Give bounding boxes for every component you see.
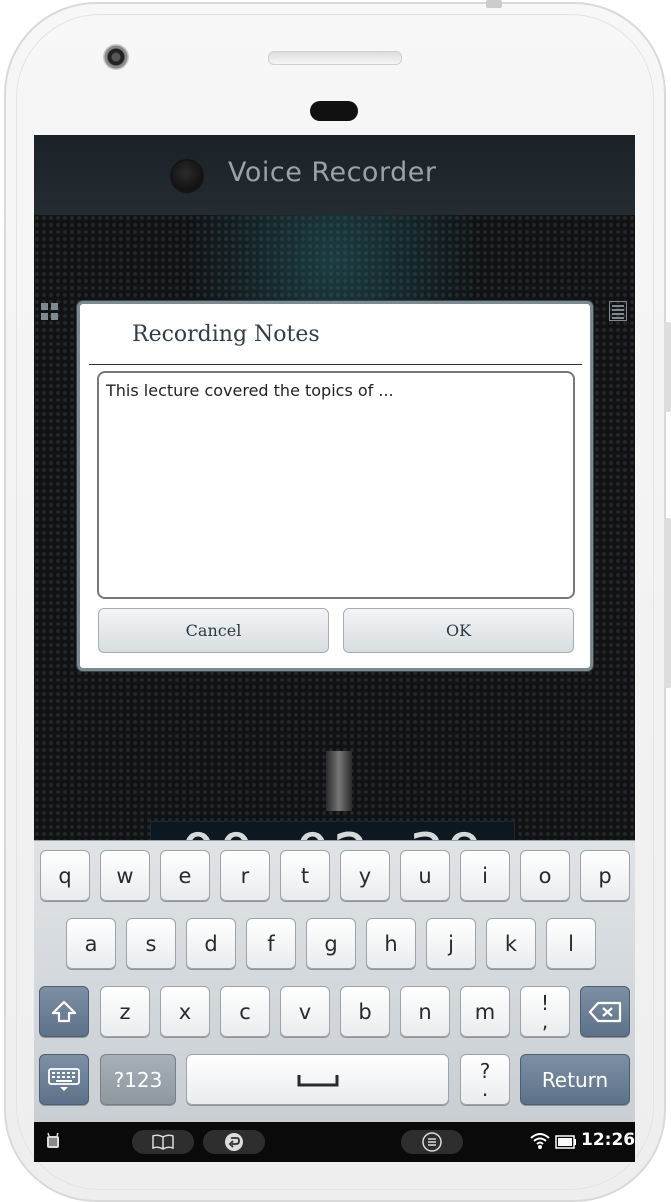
numbers-key[interactable]: ?123 — [100, 1054, 176, 1105]
volume-up-button — [664, 322, 671, 412]
dialog-title: Recording Notes — [132, 322, 320, 347]
cancel-button[interactable]: Cancel — [98, 608, 329, 653]
ok-button[interactable]: OK — [343, 608, 574, 653]
key-w[interactable]: w — [100, 850, 150, 901]
menu-button[interactable] — [401, 1130, 463, 1154]
key-l[interactable]: l — [546, 918, 596, 969]
wifi-icon — [529, 1131, 551, 1151]
shift-key[interactable] — [39, 986, 89, 1037]
volume-down-button — [664, 518, 671, 688]
system-nav-bar: 12:26 — [34, 1122, 635, 1162]
key-r[interactable]: r — [220, 850, 270, 901]
notes-textarea[interactable]: This lecture covered the topics of ... — [97, 371, 575, 599]
key-t[interactable]: t — [280, 850, 330, 901]
return-key[interactable]: Return — [520, 1054, 630, 1105]
menu-icon — [422, 1132, 442, 1152]
key-k[interactable]: k — [486, 918, 536, 969]
key-m[interactable]: m — [460, 986, 510, 1037]
recordings-list-icon[interactable] — [609, 301, 627, 321]
app-header: Voice Recorder — [34, 135, 635, 215]
dialog-divider — [89, 364, 582, 365]
key-x[interactable]: x — [160, 986, 210, 1037]
soft-keyboard: q w e r t y u i o p a s d f g h j k l z … — [34, 840, 635, 1123]
key-v[interactable]: v — [280, 986, 330, 1037]
space-bar-icon — [297, 1074, 338, 1086]
exclaim-comma-label: ! , — [540, 990, 550, 1033]
key-s[interactable]: s — [126, 918, 176, 969]
key-g[interactable]: g — [306, 918, 356, 969]
keyboard-hide-key[interactable] — [39, 1054, 89, 1105]
recording-notes-dialog: Recording Notes This lecture covered the… — [77, 301, 593, 671]
key-b[interactable]: b — [340, 986, 390, 1037]
key-f[interactable]: f — [246, 918, 296, 969]
keyboard-icon — [48, 1067, 80, 1091]
shift-arrow-icon — [51, 1000, 77, 1022]
speaker-grill — [268, 51, 402, 65]
book-icon — [152, 1134, 174, 1150]
key-j[interactable]: j — [426, 918, 476, 969]
key-d[interactable]: d — [186, 918, 236, 969]
earpiece — [310, 101, 358, 121]
key-a[interactable]: a — [66, 918, 116, 969]
key-exclaim-comma[interactable]: ! , — [520, 986, 570, 1037]
key-e[interactable]: e — [160, 850, 210, 901]
record-indicator-knob — [172, 161, 202, 191]
power-button — [486, 0, 502, 8]
key-n[interactable]: n — [400, 986, 450, 1037]
back-icon — [225, 1133, 243, 1151]
status-clock: 12:26 — [581, 1130, 635, 1150]
battery-icon — [555, 1134, 577, 1149]
front-camera — [103, 44, 129, 70]
backspace-icon — [588, 1001, 622, 1022]
question-period-label: ? . — [479, 1058, 491, 1101]
backspace-key[interactable] — [580, 986, 630, 1037]
key-q[interactable]: q — [40, 850, 90, 901]
app-title: Voice Recorder — [228, 157, 437, 188]
key-z[interactable]: z — [100, 986, 150, 1037]
key-h[interactable]: h — [366, 918, 416, 969]
screen: Voice Recorder 00:02:39 Recording Notes … — [34, 135, 635, 1162]
grid-menu-icon[interactable] — [41, 303, 59, 321]
microphone-stand — [326, 751, 352, 811]
key-y[interactable]: y — [340, 850, 390, 901]
book-button[interactable] — [132, 1130, 194, 1154]
space-key[interactable] — [186, 1054, 449, 1105]
key-i[interactable]: i — [460, 850, 510, 901]
back-button[interactable] — [203, 1130, 265, 1154]
android-debug-icon — [44, 1132, 62, 1150]
key-question-period[interactable]: ? . — [460, 1054, 510, 1105]
key-o[interactable]: o — [520, 850, 570, 901]
key-c[interactable]: c — [220, 986, 270, 1037]
key-u[interactable]: u — [400, 850, 450, 901]
key-p[interactable]: p — [580, 850, 630, 901]
